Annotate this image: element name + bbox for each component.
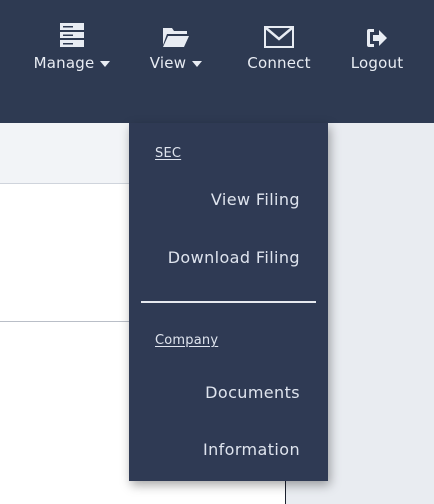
- chevron-down-icon: [192, 60, 203, 67]
- logout-button[interactable]: Logout: [340, 12, 414, 112]
- top-navbar: Manage View Connect Logout: [0, 0, 434, 123]
- envelope-icon: [264, 12, 294, 48]
- sign-out-icon: [366, 12, 388, 48]
- view-menu-button[interactable]: View: [140, 12, 212, 112]
- view-dropdown-menu: SEC View Filing Download Filing Company …: [129, 123, 328, 481]
- download-filing-item[interactable]: Download Filing: [168, 248, 300, 267]
- connect-button[interactable]: Connect: [238, 12, 320, 112]
- company-section-header: Company: [155, 333, 219, 348]
- documents-item[interactable]: Documents: [205, 383, 300, 402]
- connect-label: Connect: [247, 54, 311, 72]
- view-filing-item[interactable]: View Filing: [211, 190, 300, 209]
- manage-menu-button[interactable]: Manage: [22, 12, 122, 112]
- manage-label: Manage: [33, 54, 95, 72]
- logout-label: Logout: [350, 54, 404, 72]
- server-icon: [59, 12, 85, 48]
- chevron-down-icon: [100, 60, 111, 67]
- sec-section-header: SEC: [155, 146, 182, 161]
- view-label: View: [149, 54, 187, 72]
- menu-separator: [141, 301, 316, 303]
- folder-open-icon: [162, 12, 190, 48]
- information-item[interactable]: Information: [203, 440, 300, 459]
